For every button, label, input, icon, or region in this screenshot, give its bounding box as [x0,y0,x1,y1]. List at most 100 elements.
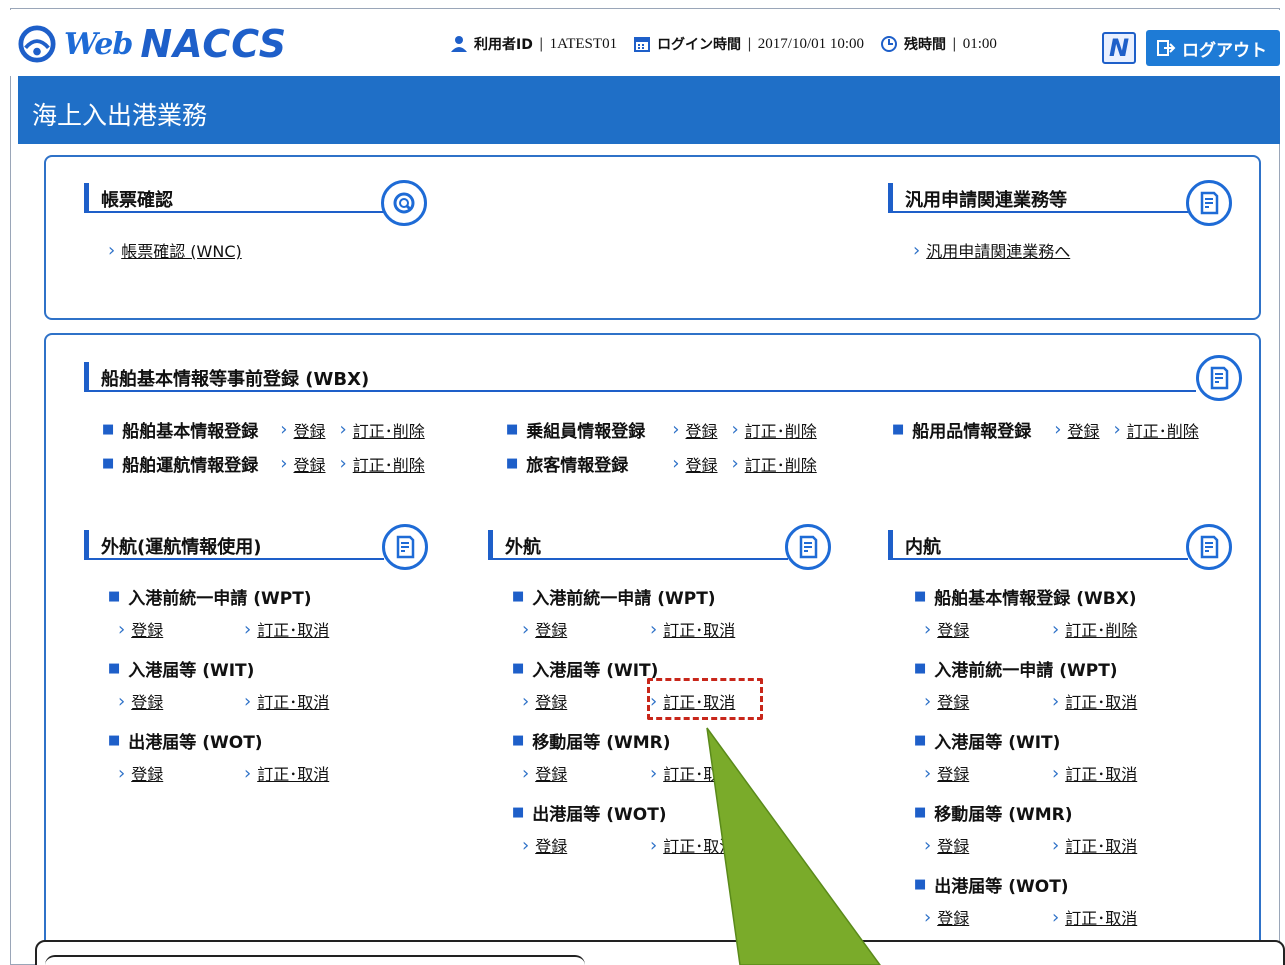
register-link[interactable]: 登録 [937,905,969,929]
chevron-right-icon: › [118,690,126,712]
item-label: 入港前統一申請 (WPT) [934,661,1118,681]
chevron-right-icon: › [280,453,288,474]
edit-cancel-link[interactable]: 訂正･取消 [257,761,329,785]
wbx-row-label: 船舶運航情報登録 [122,456,259,476]
edit-cancel-link[interactable]: 訂正･取消 [663,833,735,857]
n-menu-button[interactable]: N [1102,32,1136,64]
edit-delete-link[interactable]: 訂正･削除 [1065,617,1137,641]
highlight-box [647,678,763,720]
document-icon[interactable] [785,524,831,570]
section-foreign-ops-title: 外航(運航情報使用) [84,530,384,560]
login-time-label: ログイン時間 [657,37,742,53]
edit-cancel-link[interactable]: 訂正･取消 [663,761,735,785]
register-link[interactable]: 登録 [686,452,718,476]
session-info: 利用者ID | 1ATEST01 ログイン時間 | 2017/10/01 10:… [450,34,1013,54]
register-link[interactable]: 登録 [937,689,969,713]
register-link[interactable]: 登録 [937,617,969,641]
bullet-icon: ■ [108,661,121,676]
bullet-icon: ■ [512,589,525,604]
bullet-icon: ■ [506,422,519,437]
general-link[interactable]: 汎用申請関連業務へ [926,238,1070,262]
chevron-right-icon: › [731,453,739,474]
register-link[interactable]: 登録 [535,761,567,785]
search-icon[interactable] [381,180,427,226]
item-label: 移動届等 (WMR) [934,805,1073,825]
edit-cancel-link[interactable]: 訂正･取消 [1065,689,1137,713]
document-icon[interactable] [1196,355,1242,401]
chevron-right-icon: › [1113,419,1121,440]
logout-icon [1157,40,1176,56]
register-link[interactable]: 登録 [535,617,567,641]
register-link[interactable]: 登録 [294,452,326,476]
logo-naccs-text: NACCS [140,22,288,66]
register-link[interactable]: 登録 [535,833,567,857]
bullet-icon: ■ [512,805,525,820]
register-link[interactable]: 登録 [686,418,718,442]
register-link[interactable]: 登録 [294,418,326,442]
separator: | [952,36,957,52]
chevron-right-icon: › [118,762,126,784]
chevron-right-icon: › [650,618,658,640]
bullet-icon: ■ [512,733,525,748]
bullet-icon: ■ [914,877,927,892]
item-label: 船舶基本情報登録 (WBX) [934,589,1137,609]
bullet-icon: ■ [892,422,905,437]
edit-cancel-link[interactable]: 訂正･取消 [257,617,329,641]
item-label: 入港届等 (WIT) [128,661,255,681]
logout-label: ログアウト [1182,40,1267,61]
edit-delete-link[interactable]: 訂正･削除 [745,418,817,442]
edit-cancel-link[interactable]: 訂正･取消 [257,689,329,713]
chevron-right-icon: › [522,762,530,784]
callout-inner-edge [45,955,585,965]
user-icon [451,36,467,52]
chevron-right-icon: › [244,618,252,640]
section-foreign-title: 外航 [488,530,788,560]
clock-icon [881,36,898,52]
separator: | [538,36,544,52]
document-icon[interactable] [1186,524,1232,570]
register-link[interactable]: 登録 [131,689,163,713]
chevron-right-icon: › [650,834,658,856]
chevron-right-icon: › [924,834,932,856]
chevron-right-icon: › [650,762,658,784]
item-label: 移動届等 (WMR) [532,733,671,753]
user-id-label: 利用者ID [474,37,533,53]
item-label: 入港届等 (WIT) [532,661,659,681]
document-icon[interactable] [382,524,428,570]
chevron-right-icon: › [339,419,347,440]
chevron-right-icon: › [339,453,347,474]
document-icon[interactable] [1186,180,1232,226]
bullet-icon: ■ [102,456,115,471]
section-domestic-title: 内航 [888,530,1188,560]
bullet-icon: ■ [506,456,519,471]
logout-button[interactable]: ログアウト [1146,30,1280,66]
chevron-right-icon: › [522,834,530,856]
remaining-time-label: 残時間 [904,37,947,53]
register-link[interactable]: 登録 [937,761,969,785]
edit-cancel-link[interactable]: 訂正･取消 [1065,833,1137,857]
edit-delete-link[interactable]: 訂正･削除 [1127,418,1199,442]
wbx-row-label: 船用品情報登録 [912,422,1032,442]
edit-cancel-link[interactable]: 訂正･取消 [1065,761,1137,785]
section-forms-title: 帳票確認 [84,183,384,213]
edit-cancel-link[interactable]: 訂正･取消 [1065,905,1137,929]
edit-delete-link[interactable]: 訂正･削除 [745,452,817,476]
chevron-right-icon: › [280,419,288,440]
forms-link[interactable]: 帳票確認 (WNC) [121,238,242,262]
chevron-right-icon: › [1052,834,1060,856]
login-time-value: 2017/10/01 10:00 [757,35,865,52]
bullet-icon: ■ [108,589,121,604]
chevron-right-icon: › [1052,690,1060,712]
register-link[interactable]: 登録 [535,689,567,713]
edit-delete-link[interactable]: 訂正･削除 [353,452,425,476]
webnaccs-logo: Web NACCS [18,22,287,66]
edit-cancel-link[interactable]: 訂正･取消 [663,617,735,641]
chevron-right-icon: › [913,239,921,261]
register-link[interactable]: 登録 [131,761,163,785]
chevron-right-icon: › [244,690,252,712]
section-general-title: 汎用申請関連業務等 [888,183,1188,213]
register-link[interactable]: 登録 [1068,418,1100,442]
register-link[interactable]: 登録 [131,617,163,641]
edit-delete-link[interactable]: 訂正･削除 [353,418,425,442]
register-link[interactable]: 登録 [937,833,969,857]
